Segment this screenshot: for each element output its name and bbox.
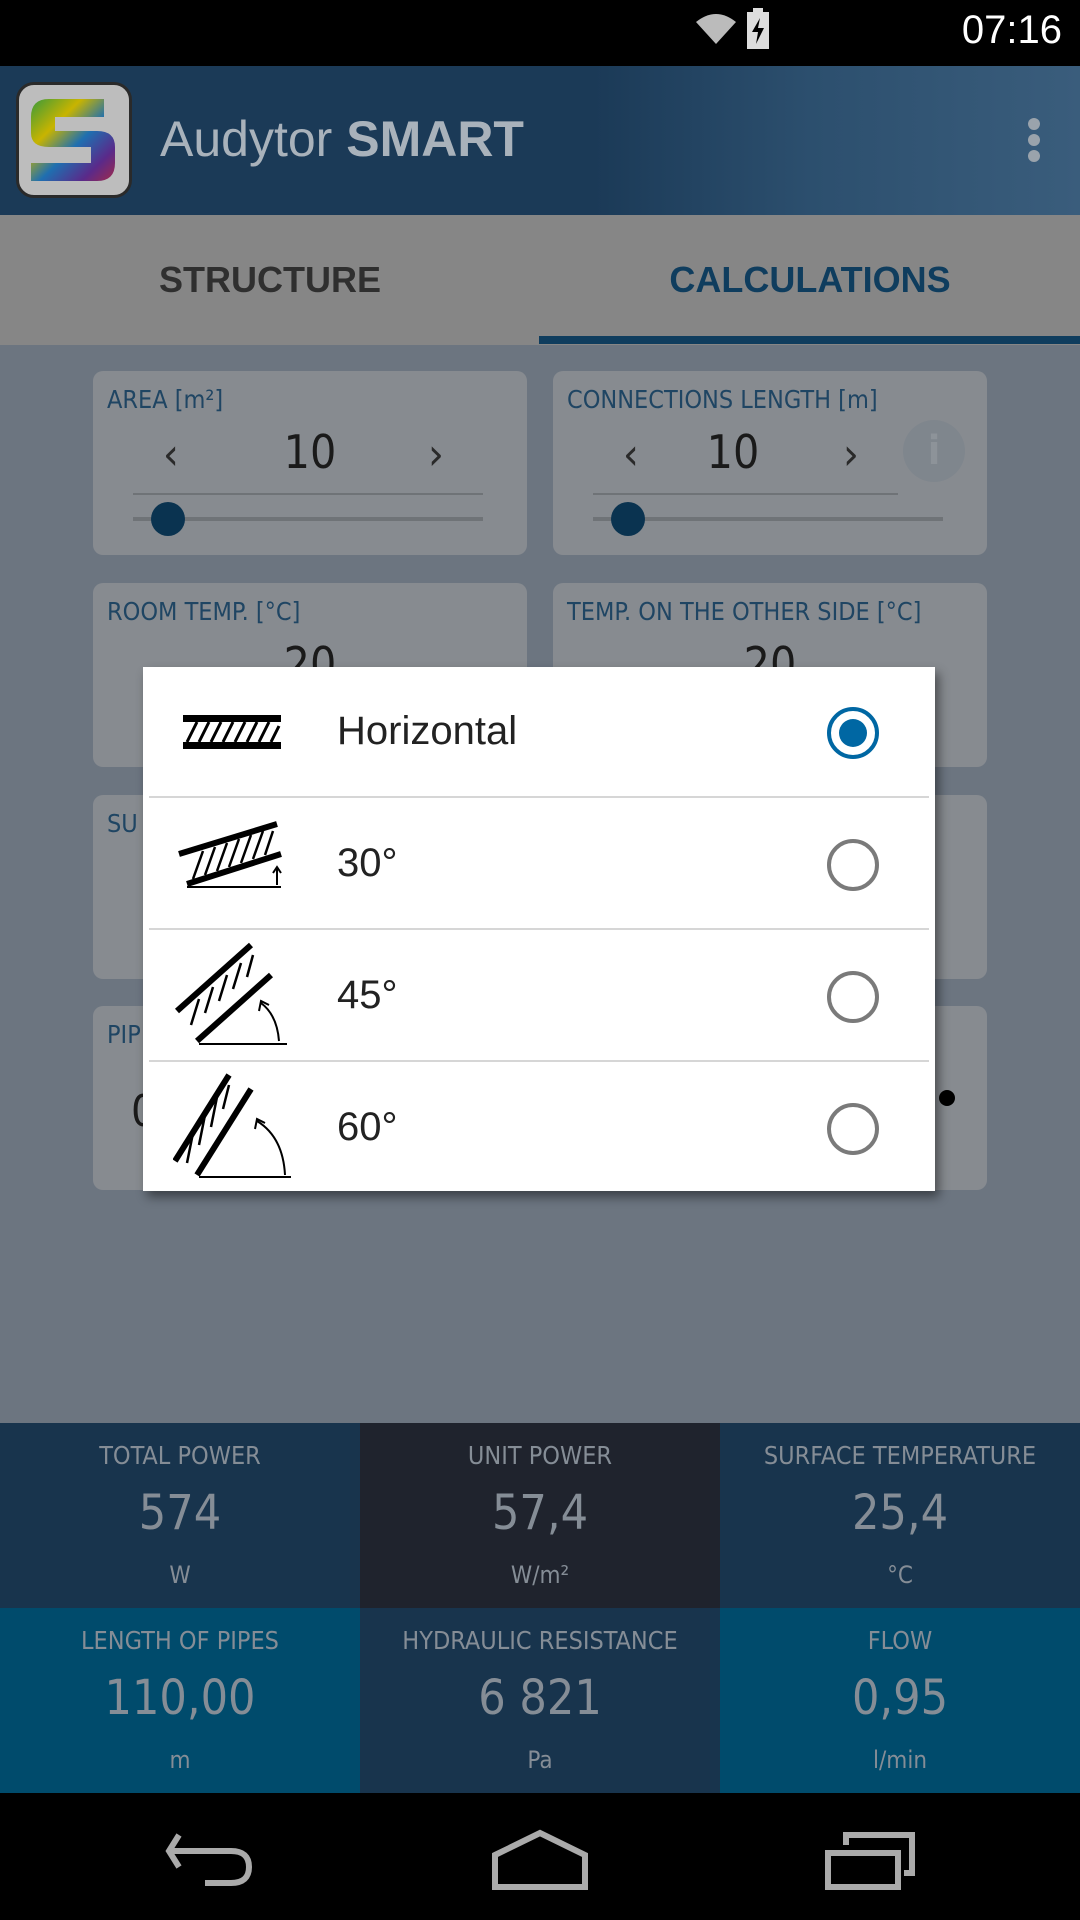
stat-unit: Pa bbox=[527, 1746, 553, 1774]
stat-length-of-pipes: LENGTH OF PIPES 110,00 m bbox=[0, 1608, 360, 1793]
connections-length-card: CONNECTIONS LENGTH [m] ‹ 10 › i bbox=[553, 371, 987, 555]
stat-label: TOTAL POWER bbox=[99, 1441, 261, 1470]
horizontal-layer-icon bbox=[183, 715, 281, 749]
stat-label: LENGTH OF PIPES bbox=[81, 1626, 279, 1655]
option-label: 45° bbox=[337, 973, 398, 1017]
clock: 07:16 bbox=[961, 8, 1062, 52]
stat-unit: W bbox=[169, 1561, 191, 1589]
divider bbox=[593, 493, 898, 495]
title-bold: SMART bbox=[346, 111, 524, 167]
slider-thumb[interactable] bbox=[611, 502, 645, 536]
divider bbox=[149, 1060, 929, 1062]
option-horizontal[interactable]: Horizontal bbox=[143, 667, 935, 799]
option-30[interactable]: 30° bbox=[143, 799, 935, 931]
incline-45-icon bbox=[175, 942, 287, 1045]
info-icon[interactable]: i bbox=[903, 420, 965, 482]
stat-total-power: TOTAL POWER 574 W bbox=[0, 1423, 360, 1608]
stat-value: 6 821 bbox=[478, 1670, 602, 1726]
stat-value: 110,00 bbox=[104, 1670, 256, 1726]
option-60[interactable]: 60° bbox=[143, 1063, 935, 1195]
stat-value: 0,95 bbox=[851, 1670, 949, 1726]
stat-value: 25,4 bbox=[851, 1485, 949, 1541]
radio-unselected[interactable] bbox=[827, 839, 879, 891]
title-light: Audytor bbox=[160, 111, 347, 167]
card-label: CONNECTIONS LENGTH [m] bbox=[567, 385, 878, 414]
divider bbox=[149, 928, 929, 930]
connections-slider[interactable] bbox=[593, 517, 943, 521]
divider bbox=[149, 796, 929, 798]
stat-label: UNIT POWER bbox=[467, 1441, 613, 1470]
incline-30-icon bbox=[178, 821, 282, 888]
area-card: AREA [m²] ‹ 10 › bbox=[93, 371, 527, 555]
back-icon[interactable] bbox=[165, 1831, 255, 1887]
stat-value: 57,4 bbox=[491, 1485, 589, 1541]
active-tab-indicator bbox=[539, 336, 1080, 344]
stat-unit: m bbox=[169, 1746, 191, 1774]
battery-charging-icon bbox=[747, 8, 769, 49]
card-label: ROOM TEMP. [°C] bbox=[107, 597, 301, 626]
navigation-bar bbox=[0, 1793, 1080, 1920]
stat-surface-temperature: SURFACE TEMPERATURE 25,4 °C bbox=[720, 1423, 1080, 1608]
stat-unit: °C bbox=[887, 1561, 913, 1589]
incline-60-icon bbox=[173, 1073, 291, 1178]
stat-label: SURFACE TEMPERATURE bbox=[763, 1441, 1037, 1470]
card-label: TEMP. ON THE OTHER SIDE [°C] bbox=[567, 597, 922, 626]
overflow-menu-icon[interactable] bbox=[1028, 118, 1040, 162]
card-label: SU bbox=[107, 809, 138, 838]
radio-selected[interactable] bbox=[827, 707, 879, 759]
tab-structure[interactable]: STRUCTURE bbox=[0, 215, 540, 345]
card-label: AREA [m²] bbox=[107, 385, 224, 414]
stat-value: 574 bbox=[138, 1485, 222, 1541]
slider-thumb[interactable] bbox=[151, 502, 185, 536]
option-45[interactable]: 45° bbox=[143, 931, 935, 1063]
option-label: 60° bbox=[337, 1105, 398, 1149]
area-slider[interactable] bbox=[133, 517, 483, 521]
stat-hydraulic-resistance: HYDRAULIC RESISTANCE 6 821 Pa bbox=[360, 1608, 720, 1793]
option-label: Horizontal bbox=[337, 709, 518, 753]
radio-unselected[interactable] bbox=[827, 1103, 879, 1155]
app-logo bbox=[16, 82, 132, 198]
divider bbox=[133, 493, 483, 495]
inclination-dialog: Horizontal 30° 45° 60° bbox=[143, 667, 935, 1191]
card-value: 10 bbox=[283, 425, 337, 479]
increment-chevron-icon[interactable]: › bbox=[428, 429, 444, 480]
wifi-icon bbox=[696, 14, 736, 44]
dot bbox=[939, 1090, 955, 1106]
tab-bar: STRUCTURE CALCULATIONS bbox=[0, 215, 1080, 345]
app-title: Audytor SMART bbox=[160, 110, 524, 168]
radio-unselected[interactable] bbox=[827, 971, 879, 1023]
stat-label: HYDRAULIC RESISTANCE bbox=[402, 1626, 678, 1655]
home-icon[interactable] bbox=[490, 1829, 590, 1891]
stat-unit: l/min bbox=[873, 1746, 927, 1774]
app-bar: Audytor SMART bbox=[0, 66, 1080, 215]
increment-chevron-icon[interactable]: › bbox=[843, 429, 859, 480]
stat-label: FLOW bbox=[867, 1626, 933, 1655]
tab-calculations[interactable]: CALCULATIONS bbox=[540, 215, 1080, 345]
stat-unit-power: UNIT POWER 57,4 W/m² bbox=[360, 1423, 720, 1608]
stat-flow: FLOW 0,95 l/min bbox=[720, 1608, 1080, 1793]
card-value: 10 bbox=[706, 425, 760, 479]
recents-icon[interactable] bbox=[824, 1829, 920, 1891]
option-label: 30° bbox=[337, 841, 398, 885]
card-label: PIP bbox=[107, 1020, 141, 1049]
stat-unit: W/m² bbox=[510, 1561, 570, 1589]
status-bar: 07:16 bbox=[0, 0, 1080, 66]
